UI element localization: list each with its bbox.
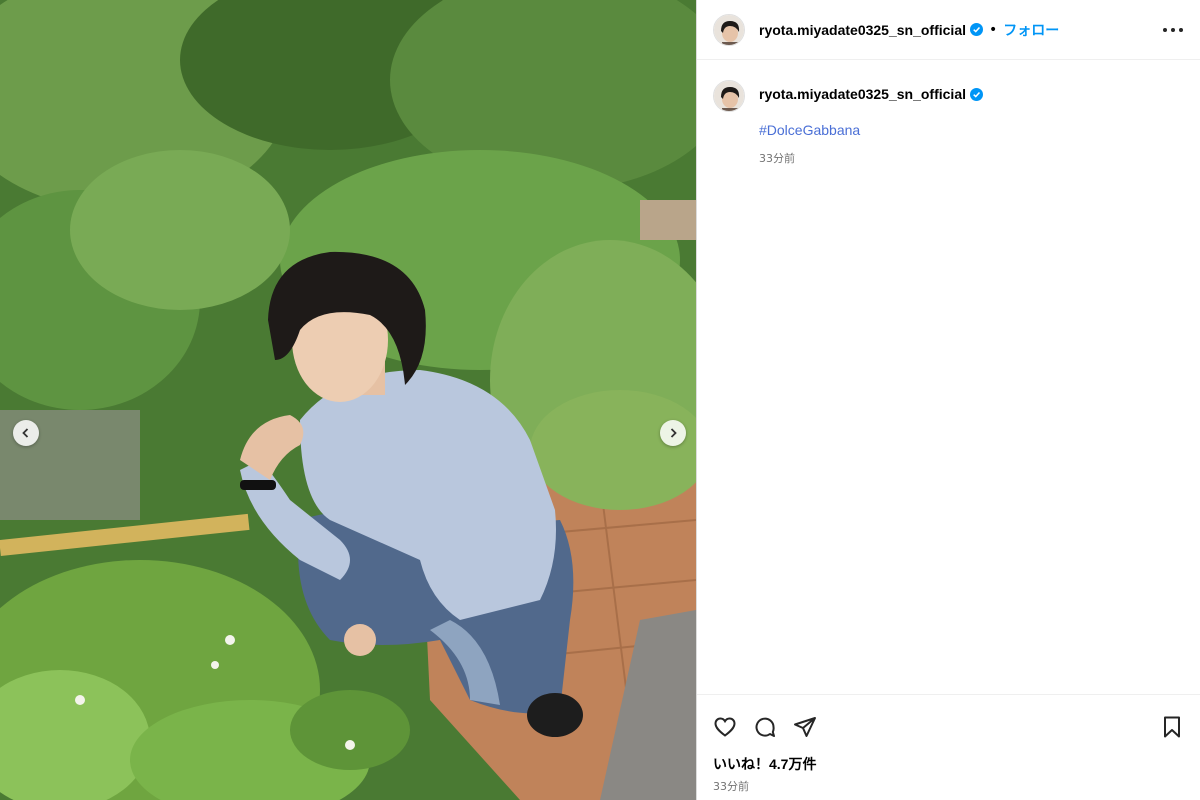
- likes-count[interactable]: いいね！4.7万件: [697, 746, 1200, 774]
- caption-username[interactable]: ryota.miyadate0325_sn_official: [759, 86, 966, 102]
- bookmark-icon[interactable]: [1160, 715, 1184, 739]
- follow-button[interactable]: フォロー: [1003, 20, 1059, 40]
- caption-hashtag[interactable]: #DolceGabbana: [759, 122, 983, 138]
- verified-badge-icon: [970, 23, 983, 36]
- share-icon[interactable]: [793, 715, 817, 739]
- caption-avatar[interactable]: [713, 80, 745, 112]
- chevron-left-icon: [20, 424, 32, 443]
- next-image-button[interactable]: [660, 420, 686, 446]
- caption-body: ryota.miyadate0325_sn_official #DolceGab…: [759, 80, 983, 166]
- post-timestamp: 33分前: [713, 780, 749, 793]
- comment-icon[interactable]: [753, 715, 777, 739]
- prev-image-button[interactable]: [13, 420, 39, 446]
- post-header: ryota.miyadate0325_sn_official • フォロー: [697, 0, 1200, 60]
- chevron-right-icon: [667, 424, 679, 443]
- comments-area: [697, 166, 1200, 694]
- verified-badge-icon: [970, 87, 983, 101]
- more-options-icon[interactable]: [1162, 27, 1184, 33]
- caption: ryota.miyadate0325_sn_official #DolceGab…: [697, 60, 1200, 166]
- photo-illustration: [0, 0, 696, 800]
- post-photo[interactable]: [0, 0, 696, 800]
- action-bar: [697, 694, 1200, 746]
- instagram-post-modal: ryota.miyadate0325_sn_official • フォロー ry…: [0, 0, 1200, 800]
- heart-icon[interactable]: [713, 715, 737, 739]
- header-username[interactable]: ryota.miyadate0325_sn_official: [759, 22, 966, 38]
- caption-timestamp: 33分前: [759, 152, 795, 165]
- post-side-panel: ryota.miyadate0325_sn_official • フォロー ry…: [696, 0, 1200, 800]
- avatar[interactable]: [713, 13, 745, 46]
- separator-dot: •: [989, 21, 998, 38]
- caption-user-row: ryota.miyadate0325_sn_official: [759, 86, 983, 102]
